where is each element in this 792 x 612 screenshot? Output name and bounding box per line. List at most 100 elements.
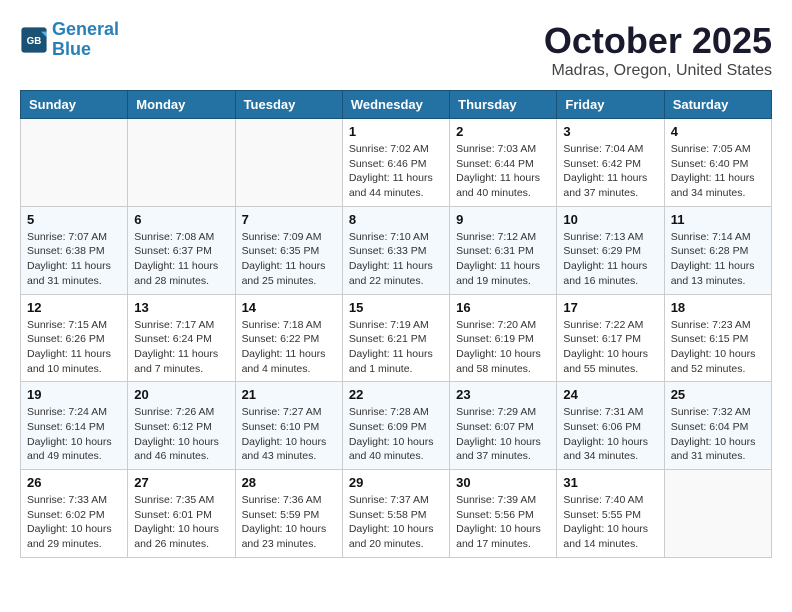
day-number: 14: [242, 300, 336, 315]
weekday-header-sunday: Sunday: [21, 91, 128, 119]
calendar-cell: 13 Sunrise: 7:17 AM Sunset: 6:24 PM Dayli…: [128, 294, 235, 382]
weekday-header-row: SundayMondayTuesdayWednesdayThursdayFrid…: [21, 91, 772, 119]
day-info: Sunrise: 7:24 AM Sunset: 6:14 PM Dayligh…: [27, 405, 121, 464]
day-info: Sunrise: 7:09 AM Sunset: 6:35 PM Dayligh…: [242, 230, 336, 289]
calendar-cell: 9 Sunrise: 7:12 AM Sunset: 6:31 PM Daylig…: [450, 206, 557, 294]
calendar-cell: 26 Sunrise: 7:33 AM Sunset: 6:02 PM Dayli…: [21, 470, 128, 558]
day-info: Sunrise: 7:28 AM Sunset: 6:09 PM Dayligh…: [349, 405, 443, 464]
day-number: 4: [671, 124, 765, 139]
day-number: 12: [27, 300, 121, 315]
logo-icon: GB: [20, 26, 48, 54]
day-number: 18: [671, 300, 765, 315]
weekday-header-saturday: Saturday: [664, 91, 771, 119]
day-info: Sunrise: 7:26 AM Sunset: 6:12 PM Dayligh…: [134, 405, 228, 464]
calendar-cell: 8 Sunrise: 7:10 AM Sunset: 6:33 PM Daylig…: [342, 206, 449, 294]
calendar-cell: 20 Sunrise: 7:26 AM Sunset: 6:12 PM Dayli…: [128, 382, 235, 470]
day-number: 7: [242, 212, 336, 227]
calendar-cell: 31 Sunrise: 7:40 AM Sunset: 5:55 PM Dayli…: [557, 470, 664, 558]
calendar-table: SundayMondayTuesdayWednesdayThursdayFrid…: [20, 90, 772, 558]
calendar-cell: 17Sunrise: 7:22 AM Sunset: 6:17 PM Dayli…: [557, 294, 664, 382]
calendar-cell: 2 Sunrise: 7:03 AM Sunset: 6:44 PM Daylig…: [450, 119, 557, 207]
title-area: October 2025 Madras, Oregon, United Stat…: [544, 20, 772, 80]
calendar-cell: 14Sunrise: 7:18 AM Sunset: 6:22 PM Dayli…: [235, 294, 342, 382]
day-number: 10: [563, 212, 657, 227]
calendar-cell: 10 Sunrise: 7:13 AM Sunset: 6:29 PM Dayli…: [557, 206, 664, 294]
day-number: 19: [27, 387, 121, 402]
weekday-header-tuesday: Tuesday: [235, 91, 342, 119]
day-number: 23: [456, 387, 550, 402]
calendar-cell: [235, 119, 342, 207]
day-number: 8: [349, 212, 443, 227]
calendar-cell: 11 Sunrise: 7:14 AM Sunset: 6:28 PM Dayli…: [664, 206, 771, 294]
calendar-cell: [21, 119, 128, 207]
month-title: October 2025: [544, 20, 772, 62]
day-info: Sunrise: 7:10 AM Sunset: 6:33 PM Dayligh…: [349, 230, 443, 289]
day-info: Sunrise: 7:07 AM Sunset: 6:38 PM Dayligh…: [27, 230, 121, 289]
day-info: Sunrise: 7:12 AM Sunset: 6:31 PM Dayligh…: [456, 230, 550, 289]
day-info: Sunrise: 7:33 AM Sunset: 6:02 PM Dayligh…: [27, 493, 121, 552]
calendar-cell: 1 Sunrise: 7:02 AM Sunset: 6:46 PM Daylig…: [342, 119, 449, 207]
day-info: Sunrise: 7:14 AM Sunset: 6:28 PM Dayligh…: [671, 230, 765, 289]
day-info: Sunrise: 7:20 AM Sunset: 6:19 PM Dayligh…: [456, 318, 550, 377]
calendar-cell: 5 Sunrise: 7:07 AM Sunset: 6:38 PM Daylig…: [21, 206, 128, 294]
calendar-cell: 19 Sunrise: 7:24 AM Sunset: 6:14 PM Dayli…: [21, 382, 128, 470]
calendar-cell: 28 Sunrise: 7:36 AM Sunset: 5:59 PM Dayli…: [235, 470, 342, 558]
location-title: Madras, Oregon, United States: [544, 62, 772, 80]
calendar-cell: 6 Sunrise: 7:08 AM Sunset: 6:37 PM Daylig…: [128, 206, 235, 294]
day-number: 22: [349, 387, 443, 402]
day-info: Sunrise: 7:05 AM Sunset: 6:40 PM Dayligh…: [671, 142, 765, 201]
day-info: Sunrise: 7:23 AM Sunset: 6:15 PM Dayligh…: [671, 318, 765, 377]
day-number: 30: [456, 475, 550, 490]
day-number: 24: [563, 387, 657, 402]
day-number: 6: [134, 212, 228, 227]
day-number: 20: [134, 387, 228, 402]
day-number: 31: [563, 475, 657, 490]
day-info: Sunrise: 7:04 AM Sunset: 6:42 PM Dayligh…: [563, 142, 657, 201]
day-number: 2: [456, 124, 550, 139]
day-info: Sunrise: 7:39 AM Sunset: 5:56 PM Dayligh…: [456, 493, 550, 552]
logo: GB General Blue: [20, 20, 119, 60]
calendar-cell: 15 Sunrise: 7:19 AM Sunset: 6:21 PM Dayli…: [342, 294, 449, 382]
weekday-header-friday: Friday: [557, 91, 664, 119]
day-info: Sunrise: 7:29 AM Sunset: 6:07 PM Dayligh…: [456, 405, 550, 464]
day-info: Sunrise: 7:37 AM Sunset: 5:58 PM Dayligh…: [349, 493, 443, 552]
day-number: 3: [563, 124, 657, 139]
day-info: Sunrise: 7:35 AM Sunset: 6:01 PM Dayligh…: [134, 493, 228, 552]
day-info: Sunrise: 7:03 AM Sunset: 6:44 PM Dayligh…: [456, 142, 550, 201]
calendar-cell: 23 Sunrise: 7:29 AM Sunset: 6:07 PM Dayli…: [450, 382, 557, 470]
day-info: Sunrise: 7:19 AM Sunset: 6:21 PM Dayligh…: [349, 318, 443, 377]
calendar-cell: 30 Sunrise: 7:39 AM Sunset: 5:56 PM Dayli…: [450, 470, 557, 558]
calendar-cell: 29 Sunrise: 7:37 AM Sunset: 5:58 PM Dayli…: [342, 470, 449, 558]
day-info: Sunrise: 7:08 AM Sunset: 6:37 PM Dayligh…: [134, 230, 228, 289]
day-number: 1: [349, 124, 443, 139]
day-number: 11: [671, 212, 765, 227]
day-info: Sunrise: 7:32 AM Sunset: 6:04 PM Dayligh…: [671, 405, 765, 464]
day-number: 13: [134, 300, 228, 315]
calendar-cell: 22 Sunrise: 7:28 AM Sunset: 6:09 PM Dayli…: [342, 382, 449, 470]
day-number: 28: [242, 475, 336, 490]
day-info: Sunrise: 7:17 AM Sunset: 6:24 PM Dayligh…: [134, 318, 228, 377]
week-row-1: 1 Sunrise: 7:02 AM Sunset: 6:46 PM Daylig…: [21, 119, 772, 207]
calendar-cell: [128, 119, 235, 207]
weekday-header-thursday: Thursday: [450, 91, 557, 119]
calendar-cell: 7 Sunrise: 7:09 AM Sunset: 6:35 PM Daylig…: [235, 206, 342, 294]
week-row-5: 26 Sunrise: 7:33 AM Sunset: 6:02 PM Dayli…: [21, 470, 772, 558]
day-info: Sunrise: 7:36 AM Sunset: 5:59 PM Dayligh…: [242, 493, 336, 552]
day-number: 5: [27, 212, 121, 227]
logo-text: General Blue: [52, 20, 119, 60]
weekday-header-monday: Monday: [128, 91, 235, 119]
day-number: 25: [671, 387, 765, 402]
day-info: Sunrise: 7:40 AM Sunset: 5:55 PM Dayligh…: [563, 493, 657, 552]
day-number: 17: [563, 300, 657, 315]
day-number: 15: [349, 300, 443, 315]
day-number: 26: [27, 475, 121, 490]
day-info: Sunrise: 7:13 AM Sunset: 6:29 PM Dayligh…: [563, 230, 657, 289]
day-number: 29: [349, 475, 443, 490]
calendar-cell: 12 Sunrise: 7:15 AM Sunset: 6:26 PM Dayli…: [21, 294, 128, 382]
calendar-cell: 4 Sunrise: 7:05 AM Sunset: 6:40 PM Daylig…: [664, 119, 771, 207]
day-info: Sunrise: 7:15 AM Sunset: 6:26 PM Dayligh…: [27, 318, 121, 377]
page-header: GB General Blue October 2025 Madras, Ore…: [20, 20, 772, 80]
calendar-cell: [664, 470, 771, 558]
day-info: Sunrise: 7:02 AM Sunset: 6:46 PM Dayligh…: [349, 142, 443, 201]
day-number: 9: [456, 212, 550, 227]
